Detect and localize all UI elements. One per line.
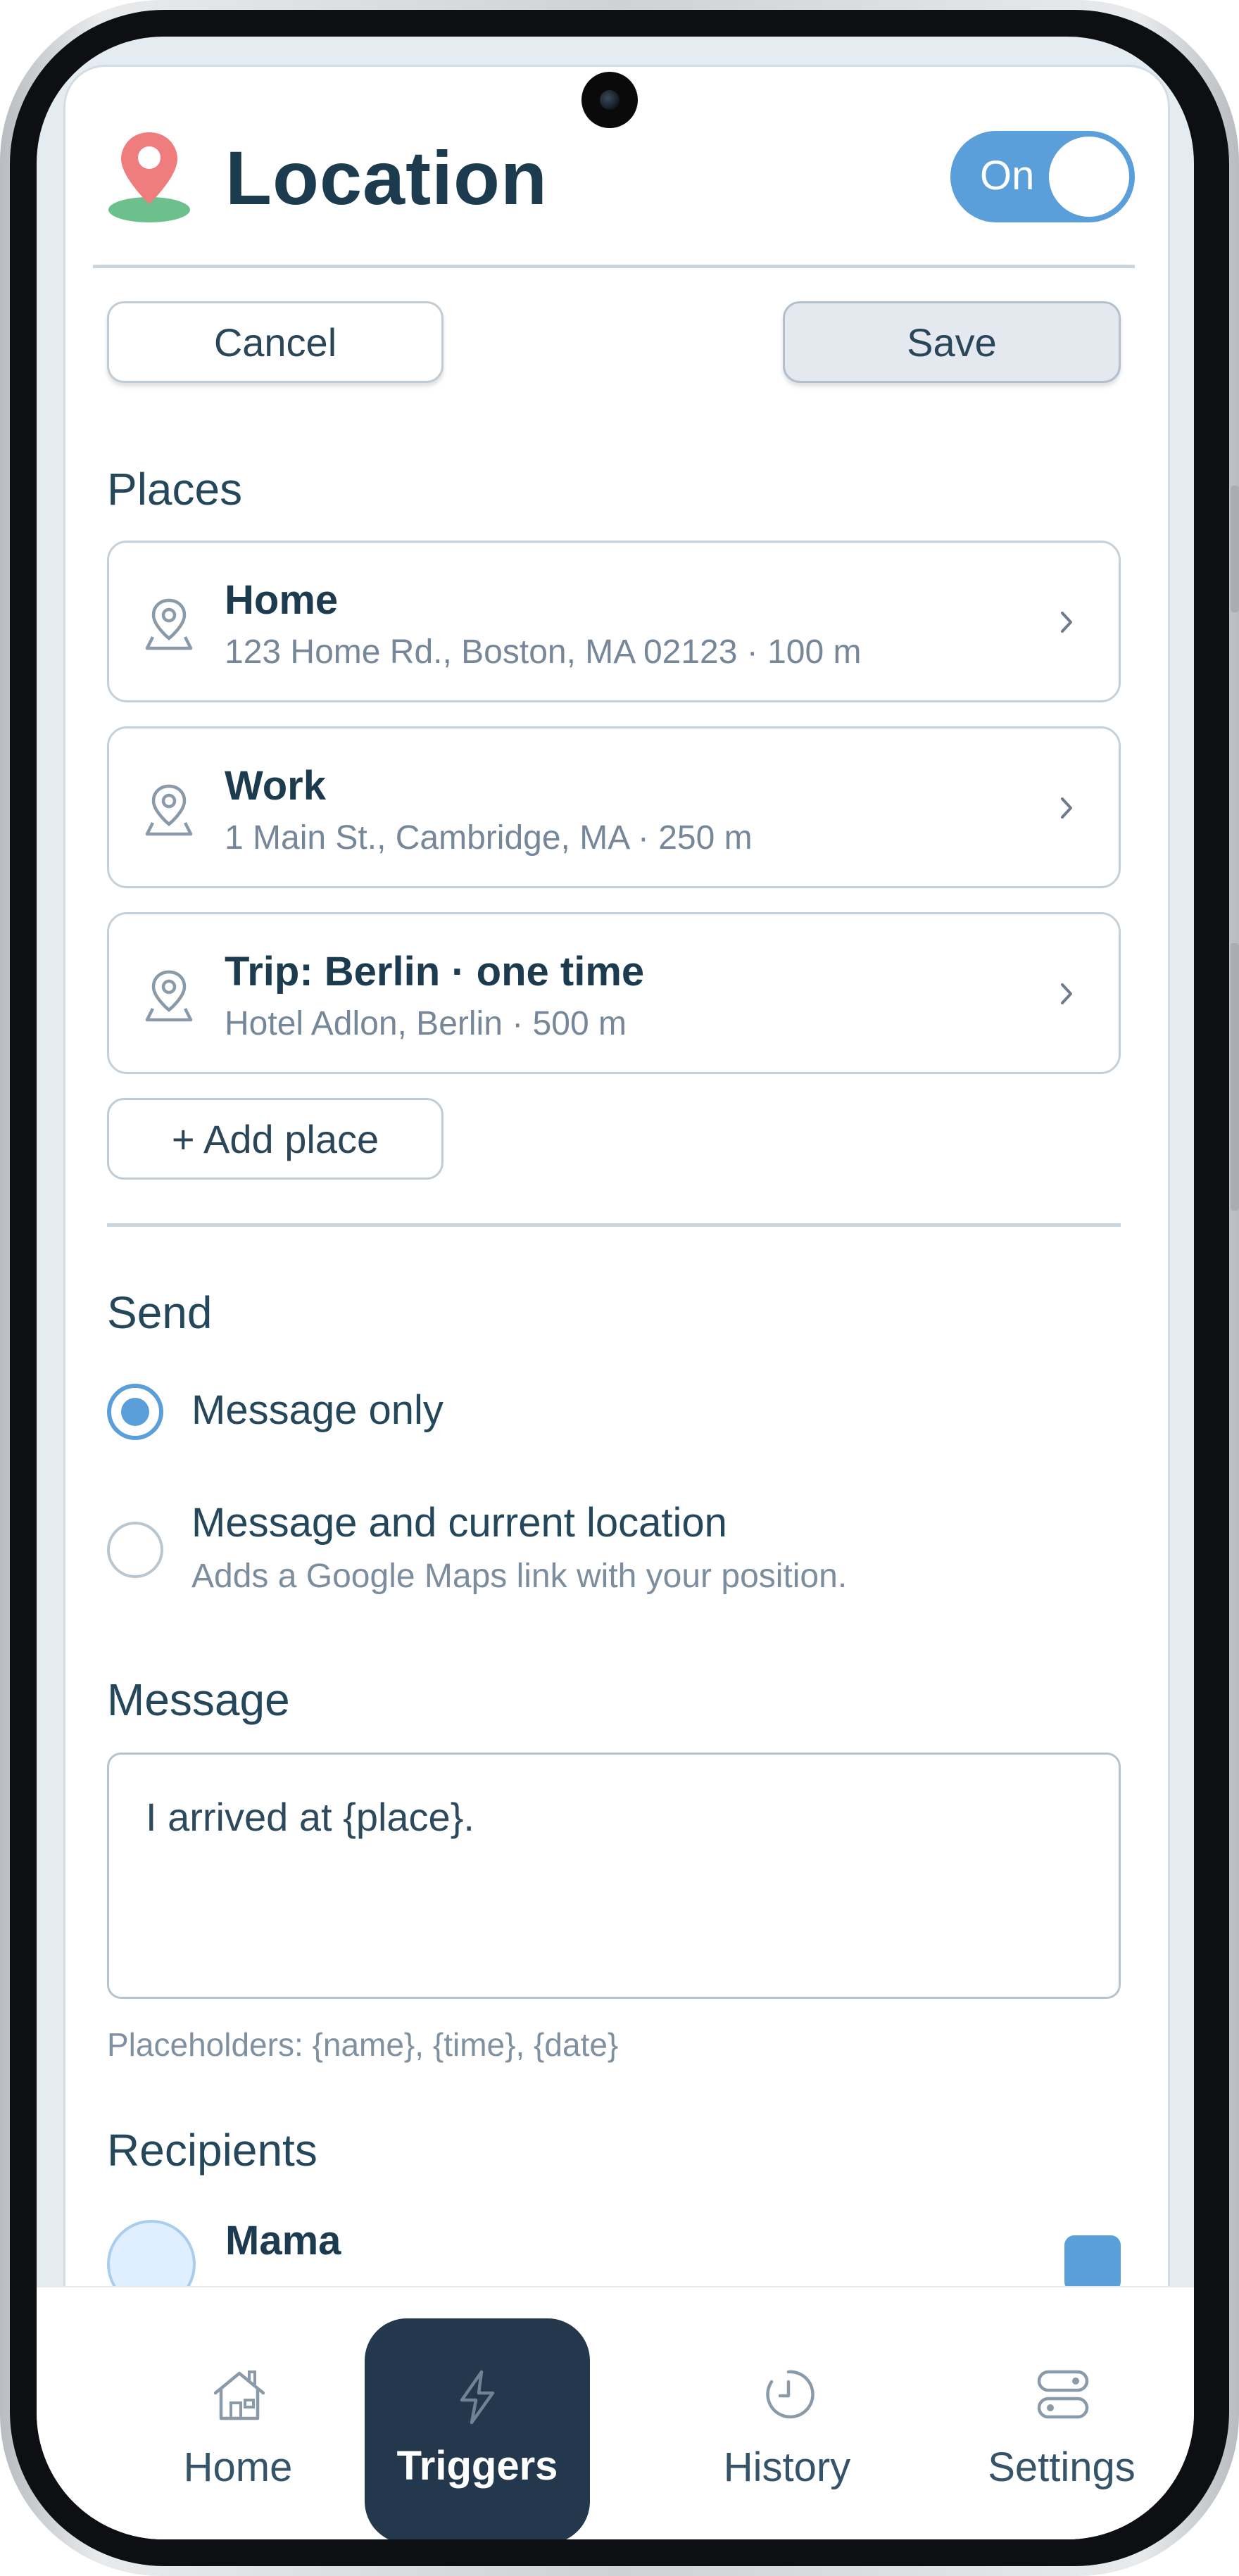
nav-item-home[interactable]: Home bbox=[125, 2287, 351, 2539]
volume-button bbox=[1231, 486, 1239, 612]
radio-label-message-only[interactable]: Message only bbox=[191, 1387, 444, 1434]
nav-label: Home bbox=[183, 2444, 293, 2490]
place-name: Trip: Berlin · one time bbox=[225, 949, 645, 995]
nav-label: Triggers bbox=[396, 2443, 558, 2489]
message-textarea[interactable]: I arrived at {place}. bbox=[107, 1753, 1121, 1999]
location-pin-icon bbox=[108, 132, 190, 222]
front-camera bbox=[581, 72, 638, 128]
nav-item-triggers[interactable]: Triggers bbox=[365, 2318, 590, 2539]
place-item-work[interactable]: Work 1 Main St., Cambridge, MA · 250 m bbox=[107, 726, 1121, 888]
place-detail: Hotel Adlon, Berlin · 500 m bbox=[225, 1005, 627, 1042]
recipients-heading: Recipients bbox=[107, 2125, 317, 2176]
lightning-icon bbox=[460, 2370, 495, 2425]
bottom-navigation: Home Triggers History Settings bbox=[37, 2286, 1194, 2539]
places-heading: Places bbox=[107, 464, 243, 514]
radio-sublabel: Adds a Google Maps link with your positi… bbox=[191, 1558, 848, 1595]
screen: Location On Cancel Save Places Home 123 … bbox=[37, 37, 1194, 2539]
message-text: I arrived at {place}. bbox=[146, 1795, 474, 1839]
chevron-right-icon bbox=[1061, 612, 1072, 633]
nav-item-settings[interactable]: Settings bbox=[949, 2287, 1174, 2539]
location-trigger-toggle[interactable]: On bbox=[950, 131, 1135, 222]
home-icon bbox=[213, 2370, 265, 2420]
place-item-trip-berlin[interactable]: Trip: Berlin · one time Hotel Adlon, Ber… bbox=[107, 912, 1121, 1074]
toggle-knob bbox=[1049, 137, 1129, 217]
place-detail: 1 Main St., Cambridge, MA · 250 m bbox=[225, 819, 753, 857]
recipient-checkbox[interactable] bbox=[1064, 2235, 1121, 2292]
header-divider bbox=[93, 265, 1135, 268]
cancel-button[interactable]: Cancel bbox=[107, 301, 444, 383]
radio-label-message-and-location[interactable]: Message and current location bbox=[191, 1499, 727, 1546]
page-title: Location bbox=[225, 135, 548, 220]
toggles-icon bbox=[1037, 2370, 1089, 2419]
map-pin-icon bbox=[145, 784, 193, 836]
chevron-right-icon bbox=[1061, 797, 1072, 819]
save-button[interactable]: Save bbox=[783, 301, 1121, 383]
place-item-home[interactable]: Home 123 Home Rd., Boston, MA 02123 · 10… bbox=[107, 541, 1121, 702]
place-detail: 123 Home Rd., Boston, MA 02123 · 100 m bbox=[225, 633, 862, 671]
nav-label: History bbox=[723, 2444, 851, 2490]
message-heading: Message bbox=[107, 1674, 290, 1725]
add-place-button[interactable]: + Add place bbox=[107, 1098, 444, 1180]
radio-message-only[interactable] bbox=[107, 1384, 163, 1440]
recipient-name[interactable]: Mama bbox=[225, 2217, 341, 2264]
placeholders-hint: Placeholders: {name}, {time}, {date} bbox=[107, 2026, 619, 2063]
toggle-label: On bbox=[980, 153, 1035, 198]
section-divider bbox=[107, 1223, 1121, 1227]
nav-item-history[interactable]: History bbox=[674, 2287, 900, 2539]
power-button bbox=[1231, 943, 1239, 1211]
place-name: Work bbox=[225, 763, 326, 809]
radio-message-and-location[interactable] bbox=[107, 1522, 163, 1578]
nav-label: Settings bbox=[988, 2444, 1136, 2490]
clock-icon bbox=[766, 2370, 815, 2419]
place-name: Home bbox=[225, 577, 339, 623]
map-pin-icon bbox=[145, 598, 193, 650]
chevron-right-icon bbox=[1061, 983, 1072, 1004]
send-heading: Send bbox=[107, 1287, 213, 1338]
map-pin-icon bbox=[145, 970, 193, 1022]
